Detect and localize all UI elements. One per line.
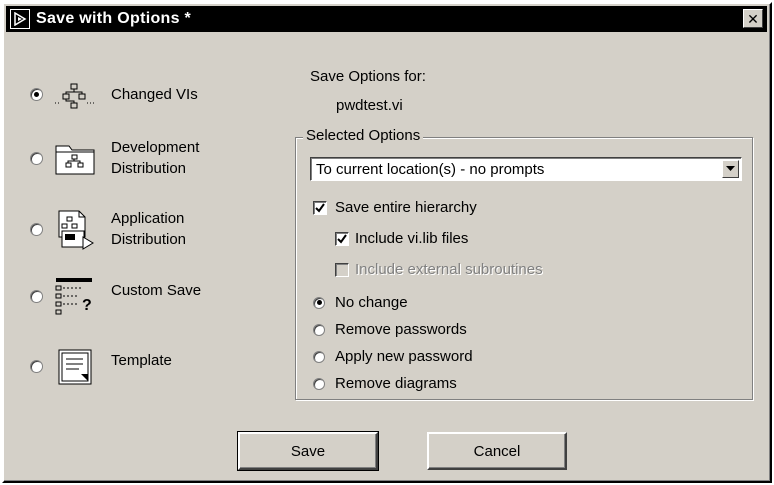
option-custom-save[interactable]: ? Custom Save bbox=[30, 274, 201, 318]
development-distribution-folder-icon bbox=[55, 145, 95, 175]
apply-new-password-radio[interactable] bbox=[313, 350, 325, 363]
include-external-subroutines-label: Include external subroutines bbox=[355, 261, 543, 278]
template-icon bbox=[58, 349, 92, 385]
save-entire-hierarchy-checkbox[interactable] bbox=[313, 200, 327, 215]
changed-vis-hierarchy-icon bbox=[55, 83, 95, 109]
checkmark-icon bbox=[315, 202, 325, 213]
include-vilib-label: Include vi.lib files bbox=[355, 230, 469, 247]
apply-new-password-label: Apply new password bbox=[335, 348, 473, 365]
labview-run-arrow-icon bbox=[10, 9, 30, 29]
include-external-subroutines-checkbox bbox=[335, 262, 349, 277]
remove-diagrams-option[interactable]: Remove diagrams bbox=[313, 375, 457, 392]
include-vilib-checkbox[interactable] bbox=[335, 231, 349, 246]
option-development-distribution[interactable]: Development Distribution bbox=[30, 136, 199, 180]
window-title: Save with Options * bbox=[36, 10, 192, 27]
option-label: Custom Save bbox=[111, 282, 202, 299]
save-with-options-dialog: Save with Options * ✕ Changed VIs Develo… bbox=[2, 2, 772, 483]
remove-passwords-radio[interactable] bbox=[313, 323, 325, 336]
no-change-option[interactable]: No change bbox=[313, 294, 408, 311]
option-label: Template bbox=[111, 352, 172, 369]
option-application-distribution[interactable]: Application Distribution bbox=[30, 207, 186, 251]
remove-diagrams-label: Remove diagrams bbox=[335, 375, 457, 392]
location-select[interactable]: To current location(s) - no prompts bbox=[310, 157, 742, 181]
no-change-label: No change bbox=[335, 294, 408, 311]
close-icon: ✕ bbox=[747, 10, 759, 27]
apply-new-password-option[interactable]: Apply new password bbox=[313, 348, 473, 365]
custom-save-radio[interactable] bbox=[30, 289, 43, 303]
save-entire-hierarchy-label: Save entire hierarchy bbox=[335, 199, 477, 216]
cancel-button[interactable]: Cancel bbox=[427, 432, 567, 470]
close-button[interactable]: ✕ bbox=[743, 9, 763, 28]
save-entire-hierarchy-option[interactable]: Save entire hierarchy bbox=[313, 199, 477, 216]
dropdown-arrow-button[interactable] bbox=[722, 160, 739, 178]
option-label: Development Distribution bbox=[111, 139, 200, 177]
remove-diagrams-radio[interactable] bbox=[313, 377, 325, 390]
title-bar[interactable]: Save with Options * ✕ bbox=[6, 6, 767, 32]
save-button[interactable]: Save bbox=[237, 431, 379, 471]
changed-vis-radio[interactable] bbox=[30, 87, 43, 101]
remove-passwords-label: Remove passwords bbox=[335, 321, 467, 338]
development-distribution-radio[interactable] bbox=[30, 151, 43, 165]
selected-options-title: Selected Options bbox=[303, 127, 424, 144]
include-external-subroutines-option: Include external subroutines bbox=[335, 261, 543, 278]
chevron-down-icon bbox=[726, 166, 735, 171]
remove-passwords-option[interactable]: Remove passwords bbox=[313, 321, 467, 338]
template-radio[interactable] bbox=[30, 359, 43, 373]
save-options-heading: Save Options for: bbox=[310, 68, 426, 85]
application-distribution-radio[interactable] bbox=[30, 222, 43, 236]
custom-save-icon: ? bbox=[55, 278, 92, 315]
location-select-value: To current location(s) - no prompts bbox=[316, 161, 545, 178]
application-distribution-icon bbox=[58, 210, 94, 250]
checkmark-icon bbox=[337, 233, 347, 244]
option-label: Application Distribution bbox=[111, 210, 187, 248]
vi-filename: pwdtest.vi bbox=[336, 97, 403, 114]
no-change-radio[interactable] bbox=[313, 296, 325, 309]
option-label: Changed VIs bbox=[111, 85, 198, 103]
include-vilib-option[interactable]: Include vi.lib files bbox=[335, 230, 468, 247]
option-changed-vis[interactable]: Changed VIs bbox=[30, 72, 198, 116]
svg-text:?: ? bbox=[82, 297, 92, 314]
option-template[interactable]: Template bbox=[30, 344, 172, 388]
